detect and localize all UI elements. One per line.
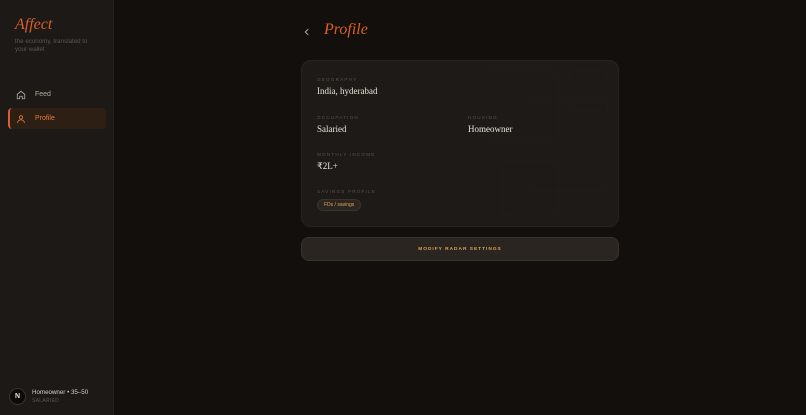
monthly-income-label: MONTHLY INCOME [317,152,376,157]
user-text: Homeowner • 35–50 SALARIED [32,389,88,404]
monthly-income-value: ₹2L+ [317,161,338,171]
savings-badge: FDs / savings [317,199,362,211]
sidebar-item-label: Profile [35,115,55,122]
avatar: N [9,388,26,405]
occupation-value: Salaried [317,124,347,134]
housing-value: Homeowner [468,124,513,134]
sidebar-item-label: Feed [35,91,51,98]
back-button[interactable] [300,25,314,39]
home-icon [16,90,26,100]
brand-tagline: the economy, translated to your wallet [15,38,88,53]
chevron-left-icon [304,28,309,36]
profile-card: GEOGRAPHY India, hyderabad OCCUPATION Sa… [301,60,619,227]
housing-label: HOUSING [468,115,498,120]
savings-profile-label: SAVINGS PROFILE [317,189,377,194]
user-primary: Homeowner • 35–50 [32,389,89,396]
sidebar: Affect the economy, translated to your w… [0,0,114,415]
user-secondary: SALARIED [32,398,60,404]
page-title: Profile [324,21,368,38]
occupation-label: OCCUPATION [317,115,359,120]
user-icon [16,114,26,124]
card-background-pattern [487,68,609,217]
geography-value: India, hyderabad [317,86,378,96]
brand-logo: Affect [15,16,53,33]
sidebar-item-feed[interactable]: Feed [8,84,106,105]
user-profile-summary[interactable]: N Homeowner • 35–50 SALARIED [9,388,88,405]
geography-label: GEOGRAPHY [317,77,358,82]
modify-radar-settings-button[interactable]: MODIFY RADAR SETTINGS [301,237,619,261]
sidebar-item-profile[interactable]: Profile [8,108,106,129]
